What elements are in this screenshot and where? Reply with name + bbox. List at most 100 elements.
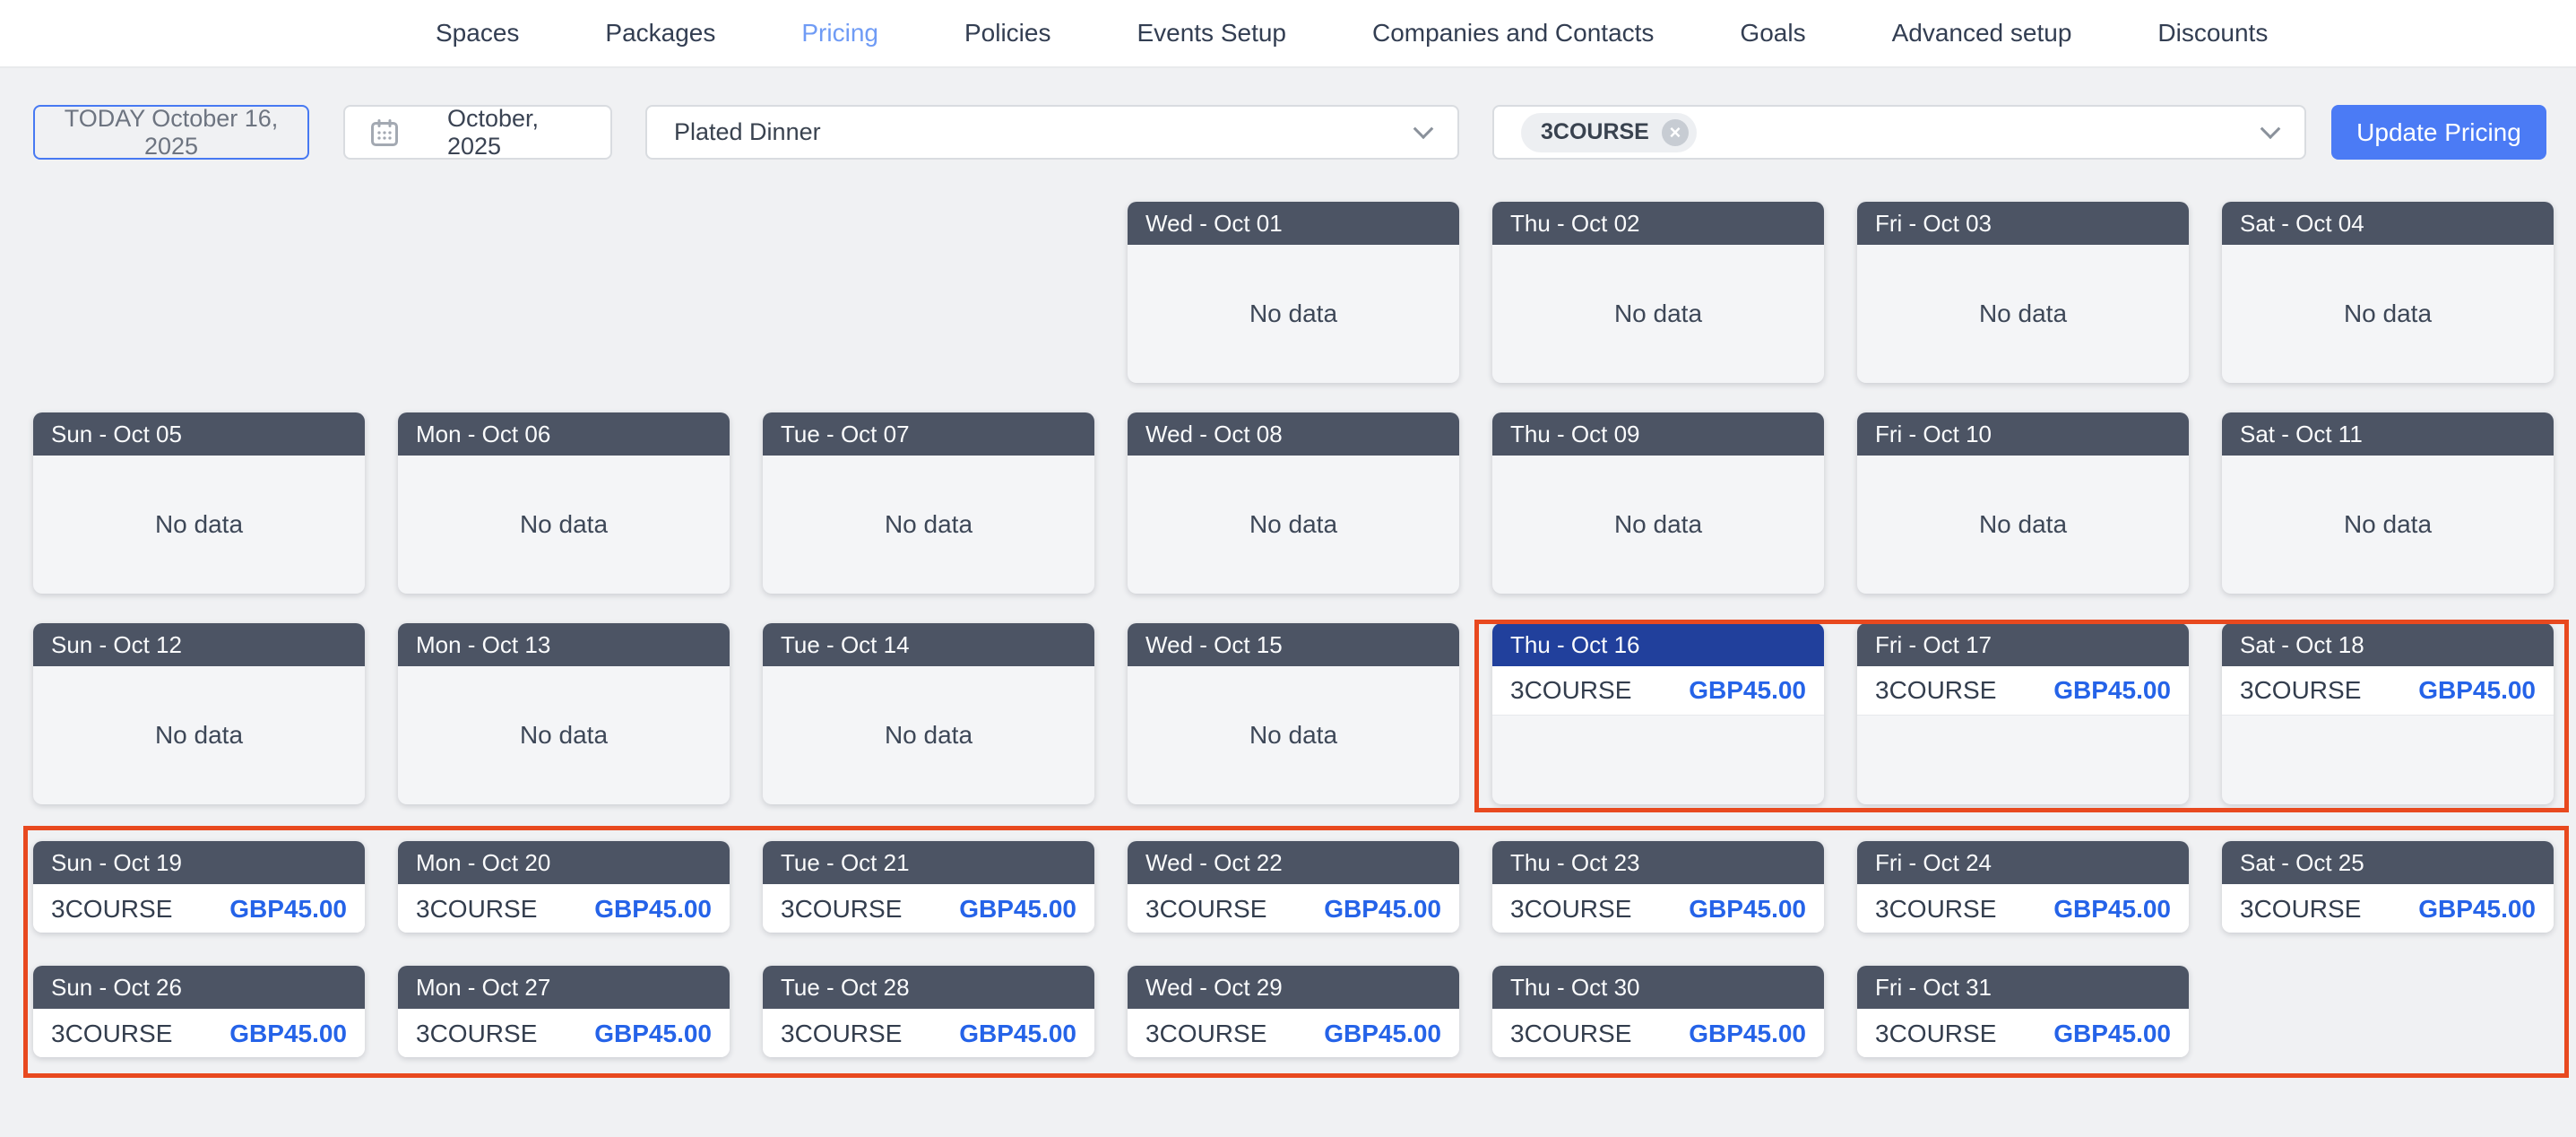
day-cell[interactable]: Sat - Oct 183COURSEGBP45.00	[2222, 623, 2554, 804]
day-cell[interactable]: Tue - Oct 213COURSEGBP45.00	[763, 841, 1094, 933]
day-cell[interactable]: Wed - Oct 223COURSEGBP45.00	[1128, 841, 1459, 933]
package-name: 3COURSE	[416, 1020, 537, 1048]
no-data-label: No data	[1857, 245, 2189, 383]
price-row[interactable]: 3COURSEGBP45.00	[1492, 884, 1824, 933]
price-row[interactable]: 3COURSEGBP45.00	[398, 1009, 730, 1057]
package-name: 3COURSE	[1875, 676, 1996, 705]
day-cell[interactable]: Thu - Oct 02No data	[1492, 202, 1824, 383]
day-cell-header: Fri - Oct 31	[1857, 966, 2189, 1009]
selected-tag-3course: 3COURSE ×	[1521, 113, 1697, 152]
day-cell[interactable]: Sun - Oct 12No data	[33, 623, 365, 804]
nav-item-packages[interactable]: Packages	[605, 19, 715, 48]
calendar-week-5: Sun - Oct 263COURSEGBP45.00Mon - Oct 273…	[33, 966, 2554, 1057]
day-cell[interactable]: Thu - Oct 09No data	[1492, 412, 1824, 594]
day-cell[interactable]: Tue - Oct 283COURSEGBP45.00	[763, 966, 1094, 1057]
price-row[interactable]: 3COURSEGBP45.00	[1492, 666, 1824, 716]
day-cell[interactable]: Sun - Oct 05No data	[33, 412, 365, 594]
day-cell[interactable]: Mon - Oct 203COURSEGBP45.00	[398, 841, 730, 933]
no-data-label: No data	[1128, 456, 1459, 594]
no-data-label: No data	[33, 456, 365, 594]
day-cell[interactable]: Tue - Oct 14No data	[763, 623, 1094, 804]
update-pricing-button[interactable]: Update Pricing	[2331, 105, 2546, 160]
day-cell[interactable]: Fri - Oct 03No data	[1857, 202, 2189, 383]
no-data-label: No data	[1492, 456, 1824, 594]
price-value: GBP45.00	[594, 895, 712, 924]
day-cell-header: Fri - Oct 10	[1857, 412, 2189, 456]
day-cell[interactable]: Thu - Oct 163COURSEGBP45.00	[1492, 623, 1824, 804]
package-name: 3COURSE	[2240, 676, 2361, 705]
day-cell-header: Fri - Oct 24	[1857, 841, 2189, 884]
day-cell[interactable]: Mon - Oct 06No data	[398, 412, 730, 594]
no-data-label: No data	[398, 456, 730, 594]
day-cell[interactable]: Thu - Oct 233COURSEGBP45.00	[1492, 841, 1824, 933]
day-cell-header: Sun - Oct 19	[33, 841, 365, 884]
day-cell[interactable]: Sat - Oct 04No data	[2222, 202, 2554, 383]
day-cell[interactable]: Tue - Oct 07No data	[763, 412, 1094, 594]
no-data-label: No data	[1128, 666, 1459, 804]
day-cell-header: Thu - Oct 09	[1492, 412, 1824, 456]
day-cell-header: Tue - Oct 21	[763, 841, 1094, 884]
day-cell[interactable]: Sat - Oct 253COURSEGBP45.00	[2222, 841, 2554, 933]
empty-slot	[398, 202, 730, 383]
nav-item-discounts[interactable]: Discounts	[2157, 19, 2268, 48]
nav-item-spaces[interactable]: Spaces	[436, 19, 519, 48]
no-data-label: No data	[398, 666, 730, 804]
day-cell-header: Mon - Oct 13	[398, 623, 730, 666]
price-row[interactable]: 3COURSEGBP45.00	[2222, 884, 2554, 933]
no-data-label: No data	[2222, 245, 2554, 383]
day-cell[interactable]: Sun - Oct 263COURSEGBP45.00	[33, 966, 365, 1057]
day-cell[interactable]: Fri - Oct 10No data	[1857, 412, 2189, 594]
package-type-select[interactable]: Plated Dinner	[645, 105, 1459, 160]
day-cell[interactable]: Wed - Oct 293COURSEGBP45.00	[1128, 966, 1459, 1057]
price-row[interactable]: 3COURSEGBP45.00	[2222, 666, 2554, 716]
nav-item-pricing[interactable]: Pricing	[801, 19, 878, 48]
price-value: GBP45.00	[2418, 895, 2536, 924]
day-cell[interactable]: Sat - Oct 11No data	[2222, 412, 2554, 594]
price-row[interactable]: 3COURSEGBP45.00	[33, 1009, 365, 1057]
package-name: 3COURSE	[1510, 1020, 1631, 1048]
day-cell[interactable]: Wed - Oct 01No data	[1128, 202, 1459, 383]
day-cell[interactable]: Mon - Oct 273COURSEGBP45.00	[398, 966, 730, 1057]
empty-slot	[763, 202, 1094, 383]
package-name: 3COURSE	[51, 895, 172, 924]
day-cell-header: Thu - Oct 23	[1492, 841, 1824, 884]
day-cell-header: Tue - Oct 14	[763, 623, 1094, 666]
price-row[interactable]: 3COURSEGBP45.00	[33, 884, 365, 933]
price-row[interactable]: 3COURSEGBP45.00	[763, 1009, 1094, 1057]
day-cell[interactable]: Sun - Oct 193COURSEGBP45.00	[33, 841, 365, 933]
price-row[interactable]: 3COURSEGBP45.00	[1128, 1009, 1459, 1057]
selected-tag-label: 3COURSE	[1541, 119, 1649, 145]
day-cell[interactable]: Mon - Oct 13No data	[398, 623, 730, 804]
remove-tag-icon[interactable]: ×	[1662, 119, 1689, 146]
no-data-label: No data	[33, 666, 365, 804]
nav-item-events-setup[interactable]: Events Setup	[1137, 19, 1286, 48]
nav-item-companies-and-contacts[interactable]: Companies and Contacts	[1372, 19, 1654, 48]
no-data-label: No data	[1128, 245, 1459, 383]
package-tags-select[interactable]: 3COURSE ×	[1492, 105, 2306, 160]
price-row[interactable]: 3COURSEGBP45.00	[1857, 884, 2189, 933]
day-cell[interactable]: Fri - Oct 313COURSEGBP45.00	[1857, 966, 2189, 1057]
price-value: GBP45.00	[1689, 895, 1806, 924]
price-row[interactable]: 3COURSEGBP45.00	[763, 884, 1094, 933]
price-row[interactable]: 3COURSEGBP45.00	[1857, 666, 2189, 716]
price-row[interactable]: 3COURSEGBP45.00	[1857, 1009, 2189, 1057]
day-cell[interactable]: Fri - Oct 243COURSEGBP45.00	[1857, 841, 2189, 933]
month-picker[interactable]: October, 2025	[343, 105, 612, 160]
package-name: 3COURSE	[1145, 895, 1266, 924]
no-data-label: No data	[1857, 456, 2189, 594]
day-cell-header: Mon - Oct 27	[398, 966, 730, 1009]
package-name: 3COURSE	[51, 1020, 172, 1048]
day-cell[interactable]: Wed - Oct 15No data	[1128, 623, 1459, 804]
price-row[interactable]: 3COURSEGBP45.00	[1492, 1009, 1824, 1057]
month-picker-label: October, 2025	[447, 105, 587, 161]
calendar-week-1: Wed - Oct 01No dataThu - Oct 02No dataFr…	[33, 202, 2554, 383]
day-cell[interactable]: Thu - Oct 303COURSEGBP45.00	[1492, 966, 1824, 1057]
day-cell[interactable]: Fri - Oct 173COURSEGBP45.00	[1857, 623, 2189, 804]
price-row[interactable]: 3COURSEGBP45.00	[398, 884, 730, 933]
nav-item-goals[interactable]: Goals	[1740, 19, 1805, 48]
nav-item-policies[interactable]: Policies	[964, 19, 1050, 48]
today-button[interactable]: TODAY October 16, 2025	[33, 105, 309, 160]
nav-item-advanced-setup[interactable]: Advanced setup	[1892, 19, 2072, 48]
day-cell[interactable]: Wed - Oct 08No data	[1128, 412, 1459, 594]
price-row[interactable]: 3COURSEGBP45.00	[1128, 884, 1459, 933]
